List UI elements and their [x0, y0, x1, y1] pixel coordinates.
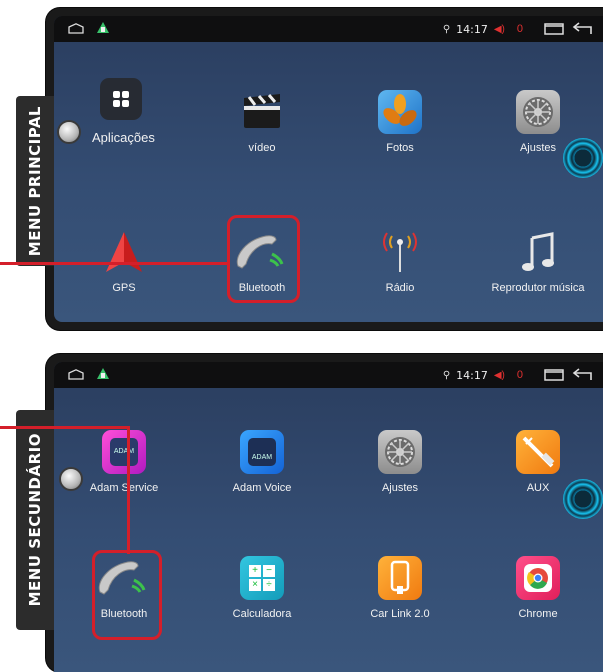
app-label: Aplicações — [92, 130, 155, 145]
music-note-icon — [516, 230, 560, 274]
app-grid-top: Aplicações vídeo Fotos Ajustes GPS Bluet… — [54, 42, 603, 322]
settings-gear-icon — [378, 430, 422, 474]
home-icon[interactable] — [68, 369, 84, 380]
app-label: vídeo — [248, 142, 276, 154]
radio-antenna-icon — [378, 230, 422, 274]
clapperboard-icon — [240, 90, 284, 134]
adam-badge: ADAM — [110, 438, 138, 466]
app-label: Adam Voice — [232, 482, 292, 494]
bluetooth-highlight — [227, 215, 300, 303]
side-tab-menu-principal: MENU PRINCIPAL — [16, 96, 54, 266]
back-icon[interactable] — [571, 368, 595, 382]
status-right: ⚲ 14:17 ◀) 0 — [443, 16, 595, 42]
location-icon: ⚲ — [442, 23, 451, 35]
calc-key-minus: − — [263, 565, 275, 577]
app-calculadora[interactable]: + − × ÷ Calculadora — [192, 556, 332, 620]
app-ajustes[interactable]: Ajustes — [330, 430, 470, 494]
adam-ring-icon — [563, 138, 603, 178]
app-video[interactable]: vídeo — [192, 90, 332, 154]
app-reprodutor-musica[interactable]: Reprodutor música — [468, 230, 603, 294]
recent-apps-icon[interactable] — [543, 368, 565, 382]
calc-key-divide: ÷ — [263, 579, 275, 591]
volume-icon[interactable]: ◀) — [494, 24, 505, 35]
status-bar: ⚲ 14:17 ◀) 0 — [54, 16, 603, 42]
location-icon: ⚲ — [442, 369, 451, 381]
app-fotos[interactable]: Fotos — [330, 90, 470, 154]
navigation-app-icon[interactable] — [96, 367, 110, 381]
volume-level: 0 — [516, 23, 523, 35]
app-car-link[interactable]: Car Link 2.0 — [330, 556, 470, 620]
recent-apps-icon[interactable] — [543, 22, 565, 36]
head-unit-top: ⚲ 14:17 ◀) 0 Aplicações vídeo Fotos Ajus… — [46, 8, 603, 330]
settings-gear-icon — [516, 90, 560, 134]
status-bar: ⚲ 14:17 ◀) 0 — [54, 362, 603, 388]
clock: 14:17 — [456, 22, 488, 36]
home-icon[interactable] — [68, 23, 84, 34]
status-right: ⚲ 14:17 ◀) 0 — [443, 362, 595, 388]
calc-key-times: × — [249, 579, 261, 591]
volume-level: 0 — [516, 369, 523, 381]
pointer-line — [0, 262, 228, 265]
app-label: Fotos — [386, 142, 414, 154]
adam-voice-icon: ADAM — [240, 430, 284, 474]
calculator-icon: + − × ÷ — [240, 556, 284, 600]
app-label: Chrome — [518, 608, 558, 620]
app-label: Calculadora — [232, 608, 292, 620]
app-label: Reprodutor música — [491, 282, 585, 294]
gps-arrow-icon — [102, 230, 146, 274]
app-label: Rádio — [385, 282, 415, 294]
adam-ring-icon — [563, 479, 603, 519]
pointer-line — [0, 426, 130, 429]
aux-cable-icon — [516, 430, 560, 474]
app-adam-voice[interactable]: ADAM Adam Voice — [192, 430, 332, 494]
screen-top: ⚲ 14:17 ◀) 0 Aplicações vídeo Fotos Ajus… — [54, 16, 603, 322]
app-radio[interactable]: Rádio — [330, 230, 470, 294]
adam-service-icon: ADAM — [102, 430, 146, 474]
app-label: Car Link 2.0 — [370, 608, 430, 620]
adam-badge: ADAM — [248, 438, 276, 466]
car-link-phone-icon — [378, 556, 422, 600]
app-chrome[interactable]: Chrome — [468, 556, 603, 620]
app-label: GPS — [112, 282, 136, 294]
pointer-line-vertical — [127, 426, 130, 554]
volume-knob[interactable] — [57, 120, 81, 144]
back-icon[interactable] — [571, 22, 595, 36]
bluetooth-highlight — [92, 550, 162, 640]
volume-knob[interactable] — [59, 467, 83, 491]
side-tab-menu-secundario: MENU SECUNDÁRIO — [16, 410, 54, 630]
app-label: Ajustes — [381, 482, 419, 494]
navigation-app-icon[interactable] — [96, 21, 110, 35]
clock: 14:17 — [456, 368, 488, 382]
grid-apps-icon — [100, 78, 142, 120]
volume-icon[interactable]: ◀) — [494, 370, 505, 381]
calc-key-plus: + — [249, 565, 261, 577]
chrome-icon — [516, 556, 560, 600]
photos-leaf-icon — [378, 90, 422, 134]
